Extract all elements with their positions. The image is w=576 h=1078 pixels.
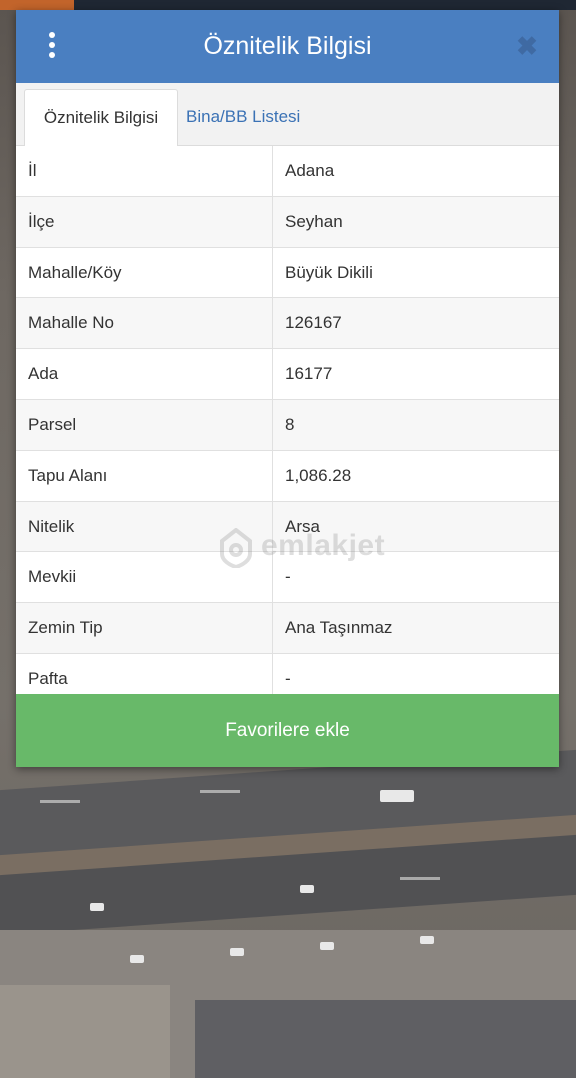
dialog-header: Öznitelik Bilgisi ✖ xyxy=(16,10,559,83)
map-lane-marking xyxy=(400,877,440,880)
map-car xyxy=(90,903,104,911)
attribute-value: Büyük Dikili xyxy=(285,262,373,282)
map-car xyxy=(130,955,144,963)
table-row: Mahalle No 126167 xyxy=(16,298,559,350)
tab-building-list[interactable]: Bina/BB Listesi xyxy=(174,89,312,145)
table-column-divider xyxy=(272,146,273,694)
add-to-favorites-button[interactable]: Favorilere ekle xyxy=(16,694,559,767)
map-top-left-accent xyxy=(0,0,74,10)
attribute-key: Mahalle No xyxy=(28,313,114,333)
attribute-value: Adana xyxy=(285,161,335,180)
table-row: Ada 16177 xyxy=(16,349,559,400)
attribute-value: 1,086.28 xyxy=(285,465,352,485)
watermark: emlakjet xyxy=(219,525,394,571)
table-row: İl Adana xyxy=(16,146,559,197)
table-row: İlçe Seyhan xyxy=(16,196,559,248)
kebab-menu-icon[interactable] xyxy=(42,32,62,62)
map-car xyxy=(420,936,434,944)
home-pin-icon xyxy=(220,528,252,568)
attribute-key: Tapu Alanı xyxy=(28,465,108,485)
table-row: Parsel 8 xyxy=(16,399,559,451)
map-lane-marking xyxy=(200,790,240,793)
attribute-key: Parsel xyxy=(28,414,77,434)
tab-attribute-info[interactable]: Öznitelik Bilgisi xyxy=(24,89,178,147)
watermark-text: emlakjet xyxy=(261,529,386,562)
dialog-title: Öznitelik Bilgisi xyxy=(203,32,372,60)
attribute-value: Seyhan xyxy=(285,211,343,231)
map-vehicle xyxy=(380,790,414,802)
attribute-table: İl Adana İlçe Seyhan Mahalle/Köy Büyük Dikili… xyxy=(16,146,559,705)
map-car xyxy=(230,948,244,956)
attribute-value: 16177 xyxy=(285,364,333,384)
map-car xyxy=(320,942,334,950)
map-building xyxy=(195,1000,576,1078)
tab-bar: Öznitelik Bilgisi Bina/BB Listesi xyxy=(16,83,559,147)
attribute-key: Mahalle/Köy xyxy=(28,262,122,282)
map-top-bar xyxy=(0,0,576,10)
table-row: Zemin Tip Ana Taşınmaz xyxy=(16,603,559,654)
attribute-key: Zemin Tip xyxy=(28,618,103,638)
attribute-key: Ada xyxy=(28,364,59,384)
close-icon[interactable]: ✖ xyxy=(515,32,539,60)
attribute-value: 126167 xyxy=(285,313,342,333)
table-row: Tapu Alanı 1,086.28 xyxy=(16,450,559,502)
table-row: Mahalle/Köy Büyük Dikili xyxy=(16,247,559,299)
map-car xyxy=(300,885,314,893)
attribute-key: İl xyxy=(28,161,37,180)
map-lane-marking xyxy=(40,800,80,803)
attribute-info-dialog: Öznitelik Bilgisi ✖ Öznitelik Bilgisi Bi… xyxy=(16,10,559,767)
map-building xyxy=(0,985,170,1078)
attribute-key: İlçe xyxy=(28,211,55,231)
attribute-value: 8 xyxy=(285,414,295,434)
attribute-value: Ana Taşınmaz xyxy=(285,618,393,638)
